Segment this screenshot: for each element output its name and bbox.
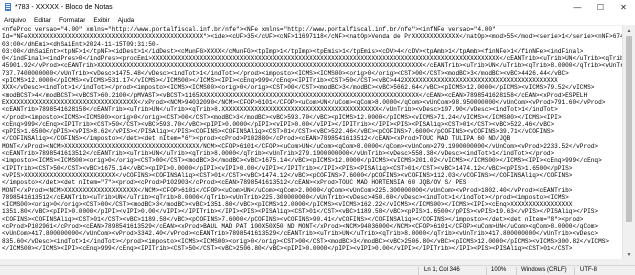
zoom-level: 100% xyxy=(491,267,507,273)
text-line: <pPIS>1.6500</pPIS><vPIS>8.62</vPIS></PI… xyxy=(2,128,555,136)
text-line: MONT</xProd><NCM>XXXXXXXXXXXXXXXXXXXXXXX… xyxy=(2,142,599,150)
window-title: *783 - XXXXX - Bloco de Notas xyxy=(15,4,113,11)
maximize-button[interactable]: ☐ xyxy=(589,0,612,15)
line-ending: Windows (CRLF) xyxy=(521,267,567,273)
scroll-thumb[interactable] xyxy=(626,36,632,222)
text-line: </imposto></det><det nItem="7"><prod><cP… xyxy=(2,179,467,187)
menu-editar[interactable]: Editar xyxy=(30,17,55,24)
text-line: <COFINS><COFINSAliq><CST>01</CST><vBC>11… xyxy=(2,215,584,223)
text-line: EXXXXXXXXXXXXXXXXXXXXXXXXXXXXXXXXXXXX</x… xyxy=(2,98,606,106)
text-line: <pICMS>12.0000</pICMS><vICMS>531.17</vIC… xyxy=(2,77,558,85)
notepad-icon xyxy=(4,3,12,12)
text-line: 03:00</dhEmi><dhSaiEnt>2024-11-15T09:31:… xyxy=(2,40,160,48)
text-line: 835.60</vDesc><indTot>1</indTot></prod><… xyxy=(2,237,610,245)
text-line: 1351.80</vBC><pIPI>0.0000</pIPI><vIPI>0.… xyxy=(2,208,599,216)
title-bar: *783 - XXXXX - Bloco de Notas — ☐ ✕ xyxy=(0,0,635,15)
status-separator xyxy=(574,267,575,275)
text-line: 737.7400000000</vUnTrib><vDesc>1475.48</… xyxy=(2,69,569,77)
window-controls: — ☐ ✕ xyxy=(566,0,635,15)
cursor-position: Ln 1, Col 346 xyxy=(424,267,460,273)
text-line: <cEANTrib>7898541613512</cEANTrib><uTrib… xyxy=(2,150,555,158)
menu-bar: Arquivo Editar Formatar Exibir Ajuda xyxy=(0,15,635,26)
text-line: MONT</xProd><NCM>XXXXXXXXXXXXXXXXXXXX</N… xyxy=(2,186,573,194)
text-line: <IPITrib><CST>50</CST><vBC>1675.14</vBC>… xyxy=(2,164,573,172)
text-line: <imposto><ICMS><ICMS00><orig>0</orig><CS… xyxy=(2,157,602,165)
text-line: <cProd>P102961</cProd><cEAN>789854161352… xyxy=(2,223,599,231)
text-line: </prod><imposto><ICMS><ICMS00><orig>0</o… xyxy=(2,113,562,121)
text-line: 7898541613512</cEANTrib><uTrib>UN</uTrib… xyxy=(2,193,569,201)
text-line: XXX</vDesc><indTot>1</indTot></prod><imp… xyxy=(2,84,595,92)
text-line: <ICMS00><orig>0</orig><CST>00</CST><modB… xyxy=(2,201,573,209)
status-separator xyxy=(516,267,517,275)
menu-ajuda[interactable]: Ajuda xyxy=(114,17,139,24)
text-line: </ICMS00></ICMS><IPI><cEnq>999</cEnq><IP… xyxy=(2,244,573,252)
text-line: <nfeProc versao="4.00" xmlns="http://www… xyxy=(2,26,496,33)
text-editor[interactable]: <nfeProc versao="4.00" xmlns="http://www… xyxy=(0,26,622,259)
text-line: <modBCST>4</modBCST><vBCST>60.2100</pMVA… xyxy=(2,91,588,99)
status-separator xyxy=(486,267,487,275)
close-button[interactable]: ✕ xyxy=(612,0,635,15)
text-line: <vUnCom>417.800000000</vUnCom><vProd>334… xyxy=(2,230,599,238)
minimize-button[interactable]: — xyxy=(566,0,589,15)
status-bar: Ln 1, Col 346 100% Windows (CRLF) UTF-8 xyxy=(0,265,635,275)
text-line: </COFINSAliq></COFINS></imposto></det><d… xyxy=(2,135,511,143)
menu-exibir[interactable]: Exibir xyxy=(89,17,113,24)
scroll-down-icon[interactable]: ▼ xyxy=(623,250,635,259)
text-line: <cEANTrib>7898541628158</cEANTrib><uTrib… xyxy=(2,106,558,114)
menu-arquivo[interactable]: Arquivo xyxy=(0,17,30,24)
text-line: Id="NFeXXXXXXXXXXXXXXXXXXXXXXXXXXXXXXXXX… xyxy=(2,33,622,41)
text-line: 45901.92</vProd><cEANTrib>XXXXXXXXXXXXXX… xyxy=(2,62,622,70)
text-line: <vPIS>XXXXXXXXXXXXXXXXXXXXXXXXX</vCOFINS… xyxy=(2,171,573,179)
encoding: UTF-8 xyxy=(580,267,597,273)
text-line: 03:00</dhSaiEnt><tpNF>1</tpNF><idDest>1<… xyxy=(2,47,584,55)
text-line: <cEnq>999</cEnq><IPITrib><CST>50</CST><v… xyxy=(2,120,555,128)
menu-formatar[interactable]: Formatar xyxy=(55,17,89,24)
text-line: 0</indFinal><indPres>0</indPres><procEmi… xyxy=(2,55,622,63)
scroll-up-icon[interactable]: ▲ xyxy=(623,26,635,35)
vertical-scrollbar[interactable]: ▲ ▼ xyxy=(622,26,635,259)
status-separator xyxy=(418,267,419,275)
